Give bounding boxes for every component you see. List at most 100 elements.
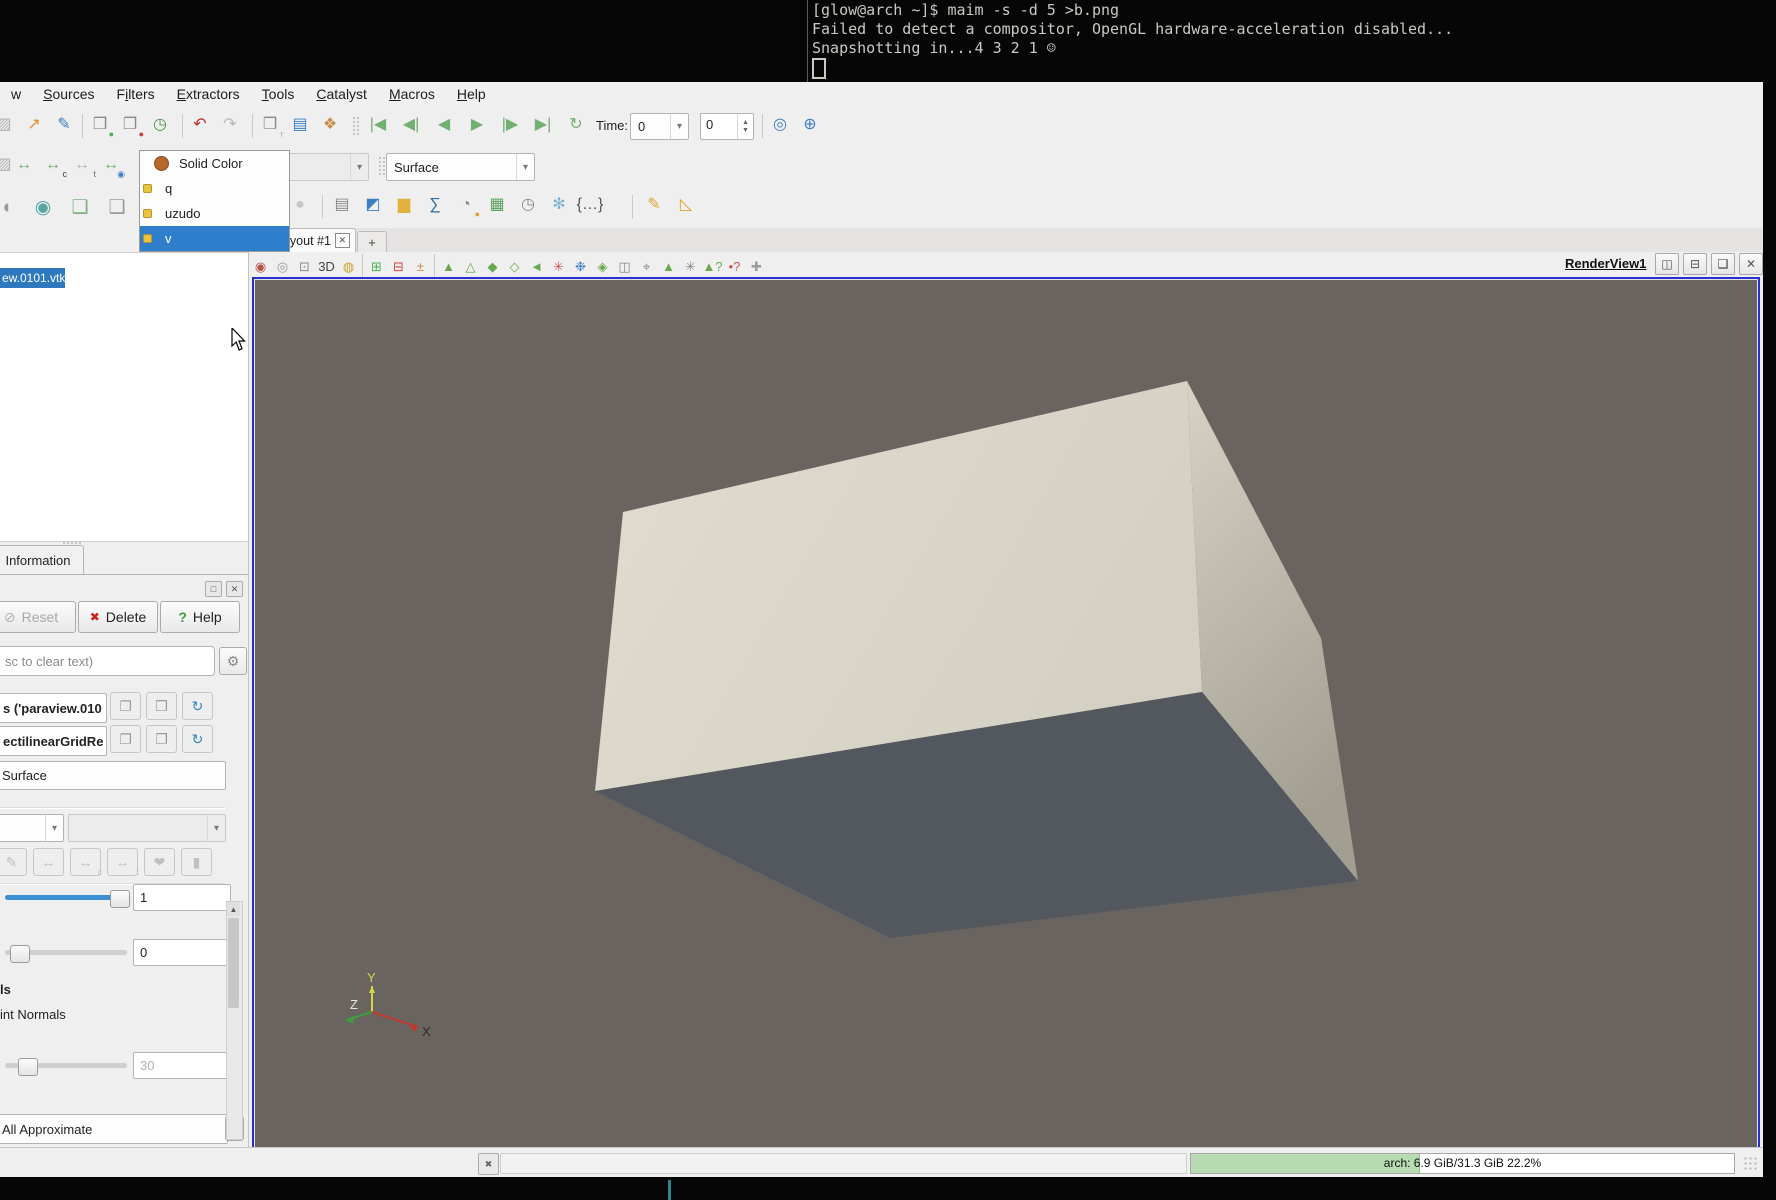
paste-icon[interactable]: ❒ — [146, 725, 177, 753]
view-title[interactable]: RenderView1 — [1565, 256, 1646, 271]
clip-filter-icon[interactable]: ❑ — [66, 193, 94, 221]
histogram-icon[interactable]: ▆ — [392, 193, 416, 217]
rescale-data-range-icon[interactable]: ↔ — [12, 153, 36, 177]
toolbar-drag-handle[interactable] — [378, 156, 385, 176]
rescale-visible-icon[interactable]: ↔◉ — [99, 153, 123, 177]
frame-spinbox[interactable]: 0 ▲▼ — [700, 113, 754, 140]
refresh-icon[interactable]: ↻ — [182, 725, 213, 753]
line-width-value[interactable]: 0 — [133, 939, 231, 966]
select-cell-single-icon[interactable]: ▲ — [658, 256, 679, 276]
undo-icon[interactable]: ↶ — [188, 113, 212, 137]
edit-color-map-icon[interactable]: ✎ — [0, 848, 27, 876]
toggle-ruler-icon[interactable]: ± — [410, 256, 431, 276]
disconnect-server-icon[interactable]: ❒● — [118, 113, 142, 137]
menu-macros[interactable]: Macros — [378, 83, 446, 105]
close-tab-icon[interactable]: ✕ — [335, 233, 350, 248]
approximation-combo[interactable]: All Approximate — [0, 1114, 228, 1144]
line-width-slider-handle[interactable] — [10, 945, 30, 963]
component-combo-2[interactable]: ▾ — [68, 814, 226, 842]
menu-extractors[interactable]: Extractors — [166, 83, 251, 105]
interactive-select-points-icon[interactable]: ❉ — [570, 256, 591, 276]
remove-probe-icon[interactable]: ⊟ — [388, 256, 409, 276]
menu-help[interactable]: Help — [446, 83, 497, 105]
select-point-single-icon[interactable]: ✳ — [680, 256, 701, 276]
hover-point-icon[interactable]: ⌖ — [636, 256, 657, 276]
export-scene-icon[interactable]: ❒↑ — [258, 113, 282, 137]
rescale-custom-icon[interactable]: ↔c — [70, 848, 101, 876]
plot-matrix-icon[interactable]: ▦ — [485, 193, 509, 217]
pipeline-source-item[interactable]: ew.0101.vtk — [0, 268, 65, 288]
toolbar-drag-handle[interactable] — [352, 116, 359, 136]
paste-icon[interactable]: ❒ — [146, 692, 177, 720]
rescale-range-icon[interactable]: ↔ — [33, 848, 64, 876]
zoom-to-selection-icon[interactable]: ◈ — [592, 256, 613, 276]
color-option-v[interactable]: v — [140, 226, 289, 251]
reset-button[interactable]: ⊘ Reset — [0, 601, 76, 633]
feature-angle-slider-handle[interactable] — [18, 1058, 38, 1076]
representation-combo[interactable]: Surface ▾ — [386, 153, 535, 181]
rescale-custom-range-icon[interactable]: ↔c — [41, 153, 65, 177]
copy-icon[interactable]: ❐ — [110, 692, 141, 720]
query-cells-icon[interactable]: ▲? — [702, 256, 723, 276]
opacity-slider[interactable] — [5, 895, 127, 900]
glyph-filter-icon[interactable]: ✻ — [547, 193, 571, 217]
opacity-slider-handle[interactable] — [110, 890, 130, 908]
spin-arrows-icon[interactable]: ▲▼ — [737, 114, 753, 139]
select-cells-rect-icon[interactable]: ▲ — [438, 256, 459, 276]
refresh-icon[interactable]: ↻ — [182, 692, 213, 720]
last-frame-icon[interactable]: ▶| — [531, 113, 555, 137]
split-horizontal-icon[interactable]: ◫ — [1655, 253, 1679, 275]
resize-grip[interactable] — [1743, 1156, 1757, 1170]
redo-icon[interactable]: ↷ — [218, 113, 242, 137]
copy-icon[interactable]: ❐ — [110, 725, 141, 753]
maximize-icon[interactable]: ❑ — [1711, 253, 1735, 275]
previous-frame-icon[interactable]: ◀| — [399, 113, 423, 137]
menu-sources[interactable]: Sources — [32, 83, 105, 105]
connect-server-icon[interactable]: ❒● — [88, 113, 112, 137]
mode-3d-label[interactable]: 3D — [316, 256, 337, 276]
select-points-rect-icon[interactable]: △ — [460, 256, 481, 276]
color-map-icon[interactable]: ▤ — [288, 113, 312, 137]
rescale-temporal-icon[interactable]: ↔t — [70, 153, 94, 177]
cancel-progress-button[interactable]: ✖ — [478, 1153, 499, 1175]
color-option-q[interactable]: q — [140, 176, 289, 201]
freeze-selection-icon[interactable]: ◫ — [614, 256, 635, 276]
selection-view-icon[interactable]: ◩ — [361, 193, 385, 217]
split-vertical-icon[interactable]: ⊟ — [1683, 253, 1707, 275]
menu-catalyst[interactable]: Catalyst — [305, 83, 378, 105]
interactive-select-cells-icon[interactable]: ✳ — [548, 256, 569, 276]
capture-icon[interactable]: ⊡ — [294, 256, 315, 276]
save-screenshot-icon[interactable]: ◉ — [250, 256, 271, 276]
clipped-sphere-icon[interactable]: ◖ — [0, 193, 20, 221]
grow-selection-icon[interactable]: ✚ — [746, 256, 767, 276]
color-option-solid-color[interactable]: Solid Color — [140, 151, 289, 176]
scroll-up-icon[interactable]: ▲ — [227, 902, 240, 916]
query-points-icon[interactable]: •? — [724, 256, 745, 276]
menu-filters[interactable]: Filters — [106, 83, 166, 105]
menu-w[interactable]: w — [0, 83, 32, 105]
slice-filter-icon[interactable]: ❑ — [103, 193, 131, 221]
feature-angle-value[interactable]: 30 — [133, 1052, 231, 1079]
search-input[interactable]: sc to clear text) — [0, 646, 215, 676]
delete-button[interactable]: ✖ Delete — [78, 601, 158, 633]
float-panel-button[interactable]: □ — [205, 581, 222, 597]
tab-information[interactable]: Information — [0, 545, 84, 575]
color-by-combo[interactable]: ▾ — [0, 814, 64, 842]
sphere-source-icon[interactable]: ◉ — [29, 193, 57, 221]
pipeline-browser[interactable]: ew.0101.vtk — [0, 252, 248, 542]
history-icon[interactable]: ◷ — [148, 113, 172, 137]
extract-time-icon[interactable]: ◷ — [516, 193, 540, 217]
glyph-disabled-icon[interactable]: ● — [288, 193, 312, 217]
choose-preset-icon[interactable]: ❤ — [144, 848, 175, 876]
zoom-box-icon[interactable]: ◍ — [338, 256, 359, 276]
rescale-temporal-icon[interactable]: ↔t — [107, 848, 138, 876]
protractor-icon[interactable]: ◺ — [674, 193, 698, 217]
opacity-value[interactable]: 1 — [133, 884, 231, 911]
show-scalar-bar-icon[interactable]: ▮ — [181, 848, 212, 876]
time-combo[interactable]: 0 ▾ — [630, 113, 689, 140]
edit-colors-icon[interactable]: ✎ — [52, 113, 76, 137]
terminal-window[interactable]: [glow@arch ~]$ maim -s -d 5 >b.png Faile… — [0, 0, 1776, 82]
palette-icon[interactable]: ❖ — [318, 113, 342, 137]
play-icon[interactable]: ▶ — [465, 113, 489, 137]
integrate-variables-icon[interactable]: ∑ — [423, 193, 447, 217]
